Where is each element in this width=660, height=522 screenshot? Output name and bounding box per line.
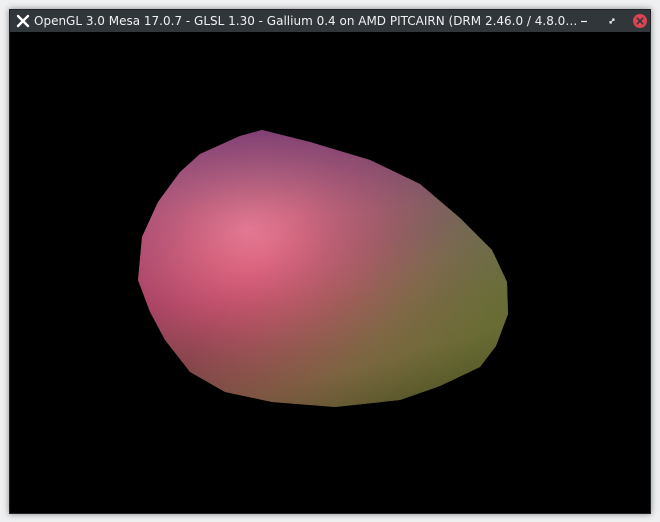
maximize-button[interactable] (601, 10, 623, 32)
x-app-icon[interactable] (12, 10, 34, 32)
close-icon (633, 14, 647, 28)
close-button[interactable] (629, 10, 650, 32)
minimize-icon (581, 20, 587, 23)
window-title: OpenGL 3.0 Mesa 17.0.7 - GLSL 1.30 - Gal… (34, 14, 579, 28)
minimize-button[interactable] (573, 10, 595, 32)
restore-icon (609, 18, 615, 24)
window-titlebar[interactable]: OpenGL 3.0 Mesa 17.0.7 - GLSL 1.30 - Gal… (10, 10, 650, 32)
gl-window: OpenGL 3.0 Mesa 17.0.7 - GLSL 1.30 - Gal… (9, 9, 651, 514)
gl-render-canvas[interactable] (10, 32, 650, 513)
shaded-egg-render (138, 130, 508, 407)
